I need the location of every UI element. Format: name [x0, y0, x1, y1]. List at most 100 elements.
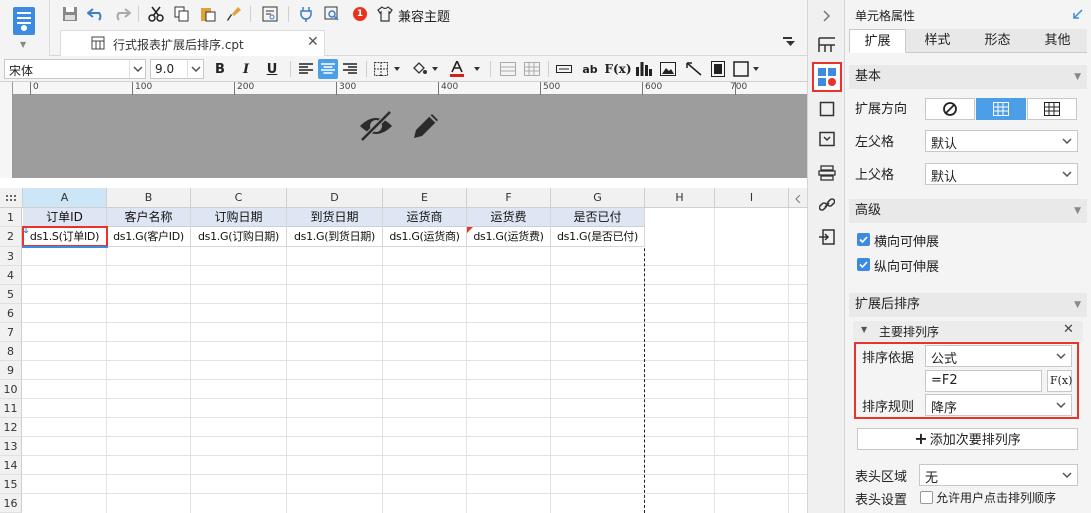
column-header-i[interactable]: I: [715, 188, 789, 208]
connect-button[interactable]: [296, 4, 316, 24]
header-area-select[interactable]: 无: [919, 464, 1078, 486]
section-sort-after-expand[interactable]: 扩展后排序 ▼: [849, 293, 1087, 317]
cell-f2[interactable]: ds1.G(运货费): [467, 227, 551, 247]
sort-basis-select[interactable]: 公式: [925, 345, 1072, 367]
column-header-b[interactable]: B: [107, 188, 191, 208]
paste-button[interactable]: [198, 4, 218, 24]
sidebar-template-button[interactable]: [815, 33, 839, 57]
expand-arrow-icon[interactable]: [1073, 9, 1083, 19]
redo-button[interactable]: [112, 4, 132, 24]
column-header-f[interactable]: F: [467, 188, 551, 208]
row-header-7[interactable]: 7: [0, 323, 22, 342]
row-header-8[interactable]: 8: [0, 342, 22, 361]
chart-button[interactable]: [634, 59, 654, 79]
preview-button[interactable]: [260, 4, 280, 24]
section-advanced[interactable]: 高级 ▼: [849, 199, 1087, 223]
split-cells-button[interactable]: [522, 59, 542, 79]
merge-cells-button[interactable]: [498, 59, 518, 79]
edit-pencil-icon[interactable]: [410, 110, 442, 142]
sub-report-button[interactable]: [708, 59, 728, 79]
tab-other[interactable]: 其他: [1029, 29, 1086, 53]
image-button[interactable]: [658, 59, 678, 79]
section-basic[interactable]: 基本 ▼: [849, 65, 1087, 89]
sidebar-condition-button[interactable]: [815, 127, 839, 151]
theme-label[interactable]: 兼容主题: [398, 6, 450, 25]
cell-c1[interactable]: 订购日期: [191, 208, 287, 227]
cell-g2[interactable]: ds1.G(是否已付): [551, 227, 645, 247]
expand-none-button[interactable]: [925, 98, 975, 120]
format-painter-button[interactable]: [224, 4, 244, 24]
primary-sort-header[interactable]: ▼ 主要排列序 ✕: [853, 321, 1083, 341]
font-color-button[interactable]: [448, 59, 484, 79]
horizontal-stretch-checkbox[interactable]: [857, 233, 870, 246]
text-cell-button[interactable]: [554, 59, 574, 79]
row-header-16[interactable]: 16: [0, 494, 22, 513]
cell-e1[interactable]: 运货商: [383, 208, 467, 227]
cell-e2[interactable]: ds1.G(运货商): [383, 227, 467, 247]
hide-eye-icon[interactable]: [358, 110, 394, 142]
selected-cell-a2[interactable]: [22, 226, 108, 247]
left-parent-select[interactable]: 默认: [925, 130, 1078, 152]
cut-button[interactable]: [146, 4, 166, 24]
sidebar-cell-properties-button[interactable]: [812, 62, 842, 92]
sidebar-import-button[interactable]: [815, 225, 839, 249]
select-all-corner[interactable]: [0, 188, 23, 208]
row-header-13[interactable]: 13: [0, 437, 22, 456]
cell-b2[interactable]: ds1.G(客户ID): [107, 227, 191, 247]
sort-rule-select[interactable]: 降序: [925, 394, 1072, 416]
save-button[interactable]: [60, 4, 80, 24]
underline-button[interactable]: U: [262, 59, 282, 79]
tab-form[interactable]: 形态: [969, 29, 1026, 53]
cell-d1[interactable]: 到货日期: [287, 208, 383, 227]
align-center-button[interactable]: [318, 59, 338, 79]
app-menu[interactable]: ▼: [0, 0, 50, 56]
row-header-3[interactable]: 3: [0, 247, 22, 266]
expand-vertical-button[interactable]: [976, 98, 1026, 120]
row-header-14[interactable]: 14: [0, 456, 22, 475]
expand-horizontal-button[interactable]: [1027, 98, 1077, 120]
sidebar-widget-button[interactable]: [815, 97, 839, 121]
vertical-stretch-checkbox[interactable]: [857, 258, 870, 271]
theme-button[interactable]: [375, 4, 395, 24]
tab-expand[interactable]: 扩展: [849, 29, 906, 53]
row-header-12[interactable]: 12: [0, 418, 22, 437]
cell-g1[interactable]: 是否已付: [551, 208, 645, 227]
column-header-h[interactable]: H: [645, 188, 715, 208]
frame-button[interactable]: [732, 59, 762, 79]
column-header-a[interactable]: A: [23, 188, 107, 208]
row-header-9[interactable]: 9: [0, 361, 22, 380]
formula-button[interactable]: F(x): [604, 59, 631, 79]
row-header-10[interactable]: 10: [0, 380, 22, 399]
spreadsheet-grid[interactable]: A B C D E F G H I 1 2 3 4 5 6 7 8 9 10 1…: [0, 188, 807, 513]
formula-editor-button[interactable]: F(x): [1047, 370, 1072, 392]
row-header-5[interactable]: 5: [0, 285, 22, 304]
align-left-button[interactable]: [296, 59, 316, 79]
cell-c2[interactable]: ds1.G(订购日期): [191, 227, 287, 247]
border-button[interactable]: [372, 59, 404, 79]
row-header-6[interactable]: 6: [0, 304, 22, 323]
tab-menu-icon[interactable]: [783, 37, 795, 47]
cell-a1[interactable]: 订单ID: [23, 208, 107, 227]
column-scroll-left[interactable]: [789, 188, 807, 208]
collapse-panel-button[interactable]: [815, 4, 839, 28]
row-header-2[interactable]: 2: [0, 227, 22, 247]
cell-f1[interactable]: 运货费: [467, 208, 551, 227]
add-secondary-sort-button[interactable]: + 添加次要排列序: [857, 428, 1078, 450]
tab-style[interactable]: 样式: [909, 29, 966, 53]
font-size-select[interactable]: 9.0: [150, 59, 204, 79]
slash-button[interactable]: [684, 59, 704, 79]
sort-formula-input[interactable]: =F2: [925, 370, 1042, 392]
file-tab[interactable]: 行式报表扩展后排序.cpt ✕: [60, 30, 325, 56]
copy-button[interactable]: [172, 4, 192, 24]
search-button[interactable]: [322, 4, 342, 24]
close-tab-icon[interactable]: ✕: [307, 34, 319, 50]
sidebar-hyperlink-button[interactable]: [815, 193, 839, 217]
cell-d2[interactable]: ds1.G(到货日期): [287, 227, 383, 247]
cell-b1[interactable]: 客户名称: [107, 208, 191, 227]
fill-color-button[interactable]: [410, 59, 442, 79]
row-header-1[interactable]: 1: [0, 208, 22, 227]
bold-button[interactable]: B: [210, 59, 230, 79]
font-name-select[interactable]: 宋体: [4, 59, 146, 79]
column-header-c[interactable]: C: [191, 188, 287, 208]
row-header-15[interactable]: 15: [0, 475, 22, 494]
